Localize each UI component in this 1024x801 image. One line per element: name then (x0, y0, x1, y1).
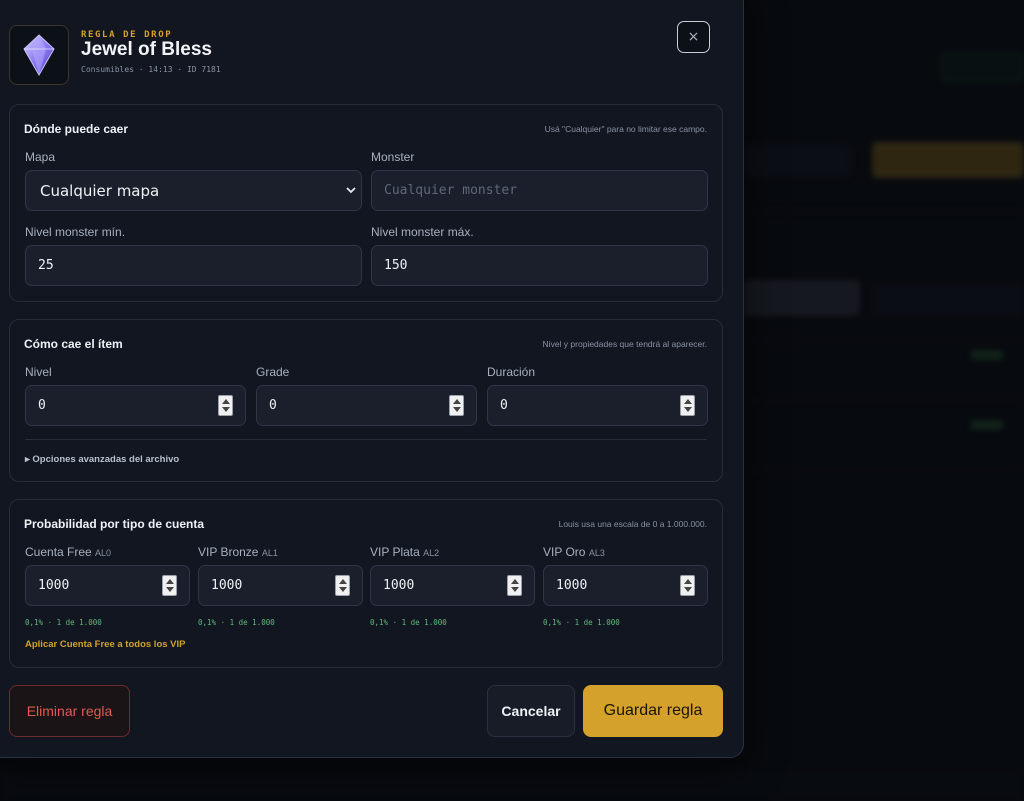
map-select[interactable]: Cualquier mapa (25, 170, 362, 211)
monster-input-placeholder: Cualquier monster (384, 183, 518, 198)
close-button[interactable]: × (677, 21, 710, 53)
probability-input-oro[interactable]: 1000 (543, 565, 708, 606)
probability-input-plata[interactable]: 1000 (370, 565, 535, 606)
max-level-label: Nivel monster máx. (371, 225, 474, 239)
modal-header: REGLA DE DROP Jewel of Bless Consumibles… (9, 25, 729, 85)
jewel-icon (23, 34, 55, 77)
cancel-button[interactable]: Cancelar (487, 685, 575, 737)
save-rule-button[interactable]: Guardar regla (583, 685, 723, 737)
advanced-options-toggle[interactable]: ▸ Opciones avanzadas del archivo (25, 454, 179, 465)
chevron-down-icon (346, 187, 356, 194)
section-title: Cómo cae el ítem (24, 337, 123, 351)
number-stepper[interactable] (680, 395, 695, 416)
min-level-label: Nivel monster mín. (25, 225, 126, 239)
number-stepper[interactable] (162, 575, 177, 596)
item-level-label: Nivel (25, 365, 52, 379)
monster-label: Monster (371, 150, 415, 164)
account-label-oro: VIP Oro AL3 (543, 545, 605, 559)
section-hint: Usá "Cualquier" para no limitar ese camp… (544, 124, 707, 134)
location-section: Dónde puede caer Usá "Cualquier" para no… (9, 104, 723, 302)
probability-value: 1000 (383, 578, 415, 593)
delete-rule-button[interactable]: Eliminar regla (9, 685, 130, 737)
drop-rule-modal: REGLA DE DROP Jewel of Bless Consumibles… (0, 0, 744, 758)
probability-value: 1000 (38, 578, 70, 593)
odds-text: 0,1% · 1 de 1.000 (370, 618, 447, 627)
grade-value: 0 (269, 398, 277, 413)
close-icon: × (687, 29, 700, 45)
section-divider (25, 439, 707, 440)
number-stepper[interactable] (218, 395, 233, 416)
number-stepper[interactable] (507, 575, 522, 596)
account-label-plata: VIP Plata AL2 (370, 545, 440, 559)
min-level-value: 25 (38, 258, 54, 273)
number-stepper[interactable] (449, 395, 464, 416)
account-label-free: Cuenta Free AL0 (25, 545, 112, 559)
map-select-value: Cualquier mapa (40, 181, 160, 200)
odds-text: 0,1% · 1 de 1.000 (198, 618, 275, 627)
odds-text: 0,1% · 1 de 1.000 (25, 618, 102, 627)
grade-input[interactable]: 0 (256, 385, 477, 426)
section-hint: Louis usa una escala de 0 a 1.000.000. (558, 519, 707, 529)
odds-text: 0,1% · 1 de 1.000 (543, 618, 620, 627)
probability-input-free[interactable]: 1000 (25, 565, 190, 606)
number-stepper[interactable] (680, 575, 695, 596)
monster-input[interactable]: Cualquier monster (371, 170, 708, 211)
item-level-value: 0 (38, 398, 46, 413)
grade-label: Grade (256, 365, 290, 379)
item-level-input[interactable]: 0 (25, 385, 246, 426)
min-level-input[interactable]: 25 (25, 245, 362, 286)
probability-value: 1000 (211, 578, 243, 593)
number-stepper[interactable] (335, 575, 350, 596)
probability-value: 1000 (556, 578, 588, 593)
apply-free-to-vip-link[interactable]: Aplicar Cuenta Free a todos los VIP (25, 639, 185, 650)
probability-section: Probabilidad por tipo de cuenta Louis us… (9, 499, 723, 668)
probability-input-bronze[interactable]: 1000 (198, 565, 363, 606)
section-hint: Nivel y propiedades que tendrá al aparec… (542, 339, 707, 349)
map-label: Mapa (25, 150, 56, 164)
max-level-value: 150 (384, 258, 408, 273)
item-properties-section: Cómo cae el ítem Nivel y propiedades que… (9, 319, 723, 482)
duration-input[interactable]: 0 (487, 385, 708, 426)
duration-value: 0 (500, 398, 508, 413)
item-meta: Consumibles · 14:13 · ID 7181 (81, 65, 221, 74)
duration-label: Duración (487, 365, 536, 379)
item-thumbnail (9, 25, 69, 85)
section-title: Probabilidad por tipo de cuenta (24, 517, 205, 531)
max-level-input[interactable]: 150 (371, 245, 708, 286)
section-title: Dónde puede caer (24, 122, 129, 136)
account-label-bronze: VIP Bronze AL1 (198, 545, 278, 559)
item-title: Jewel of Bless (81, 39, 212, 60)
